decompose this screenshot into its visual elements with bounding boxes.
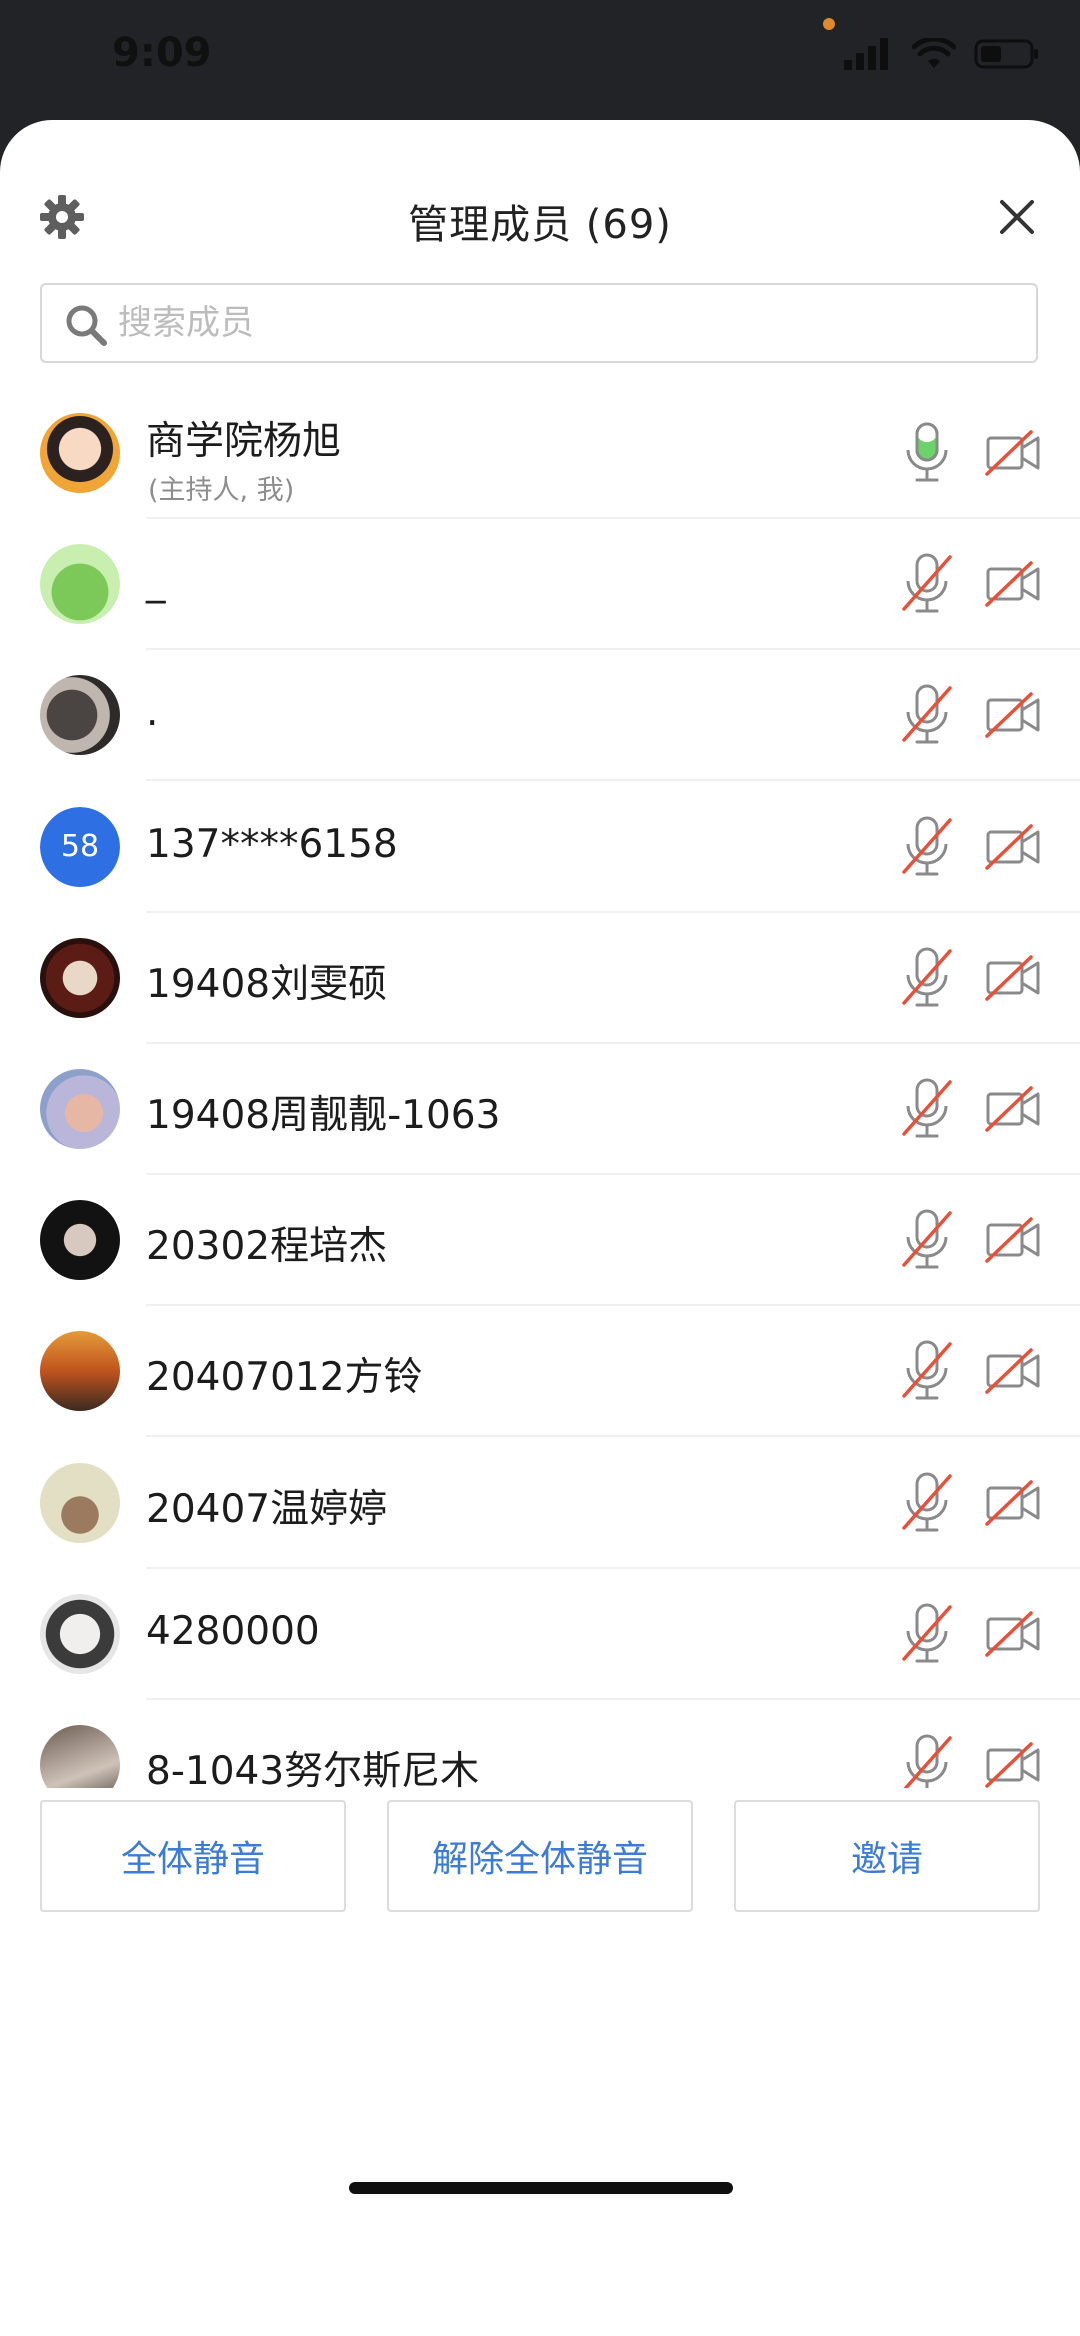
camera-off-icon[interactable] [985, 818, 1041, 876]
footer-actions: 全体静音 解除全体静音 邀请 [0, 1800, 1080, 1960]
home-indicator [349, 2182, 733, 2194]
member-row[interactable]: 20302程培杰 [0, 1175, 1080, 1307]
page-title: 管理成员 (69) [408, 202, 672, 248]
signal-icon [844, 38, 888, 70]
search-icon [66, 305, 107, 346]
search-input[interactable] [118, 285, 1018, 361]
avatar [40, 413, 120, 493]
status-bar: 9:09 [0, 0, 1080, 120]
member-row[interactable]: 19408刘雯硕 [0, 913, 1080, 1044]
camera-off-icon[interactable] [985, 1211, 1041, 1269]
member-name: 20302程培杰 [146, 1224, 388, 1270]
avatar [40, 937, 120, 1018]
avatar [40, 1725, 120, 1788]
microphone-muted-icon[interactable] [898, 1207, 956, 1273]
member-row[interactable]: 8-1043努尔斯尼木 [0, 1700, 1080, 1788]
battery-icon [974, 39, 1038, 69]
avatar [40, 1069, 120, 1149]
wifi-icon [912, 38, 956, 68]
member-row[interactable]: _ [0, 519, 1080, 651]
member-row[interactable]: 20407温婷婷 [0, 1438, 1080, 1569]
avatar [40, 675, 120, 756]
mute-all-button[interactable]: 全体静音 [40, 1800, 346, 1912]
member-row[interactable]: 4280000 [0, 1569, 1080, 1700]
member-name: 19408刘雯硕 [146, 961, 388, 1007]
camera-off-icon[interactable] [985, 555, 1041, 613]
camera-off-icon[interactable] [985, 1605, 1041, 1663]
microphone-muted-icon[interactable] [898, 1338, 956, 1404]
search-box[interactable] [40, 283, 1038, 363]
invite-button[interactable]: 邀请 [734, 1800, 1040, 1912]
member-name: _ [146, 559, 166, 605]
microphone-muted-icon[interactable] [898, 682, 956, 748]
microphone-muted-icon[interactable] [898, 814, 956, 880]
camera-off-icon[interactable] [985, 1080, 1041, 1138]
microphone-muted-icon[interactable] [898, 1470, 956, 1536]
camera-off-icon[interactable] [985, 949, 1041, 1007]
member-name: 20407012方铃 [146, 1355, 423, 1401]
member-name: 137****6158 [146, 821, 398, 867]
member-name: 20407温婷婷 [146, 1486, 388, 1532]
microphone-muted-icon[interactable] [898, 1601, 956, 1667]
privacy-indicator-dot [823, 18, 835, 30]
status-time: 9:09 [112, 30, 212, 76]
camera-off-icon[interactable] [985, 1474, 1041, 1532]
microphone-muted-icon[interactable] [898, 551, 956, 617]
avatar [40, 544, 120, 625]
member-row[interactable]: 19408周靓靓-1063 [0, 1044, 1080, 1175]
microphone-muted-icon[interactable] [898, 945, 956, 1011]
close-button[interactable] [992, 192, 1042, 242]
close-icon [1000, 200, 1034, 234]
member-name: 商学院杨旭 [146, 419, 342, 464]
microphone-muted-icon[interactable] [898, 1732, 956, 1788]
member-name: 19408周靓靓-1063 [146, 1093, 501, 1138]
avatar [40, 1200, 120, 1281]
avatar-initials: 58 [40, 806, 120, 887]
status-icons [844, 38, 1040, 70]
member-row[interactable]: 20407012方铃 [0, 1306, 1080, 1438]
member-row[interactable]: 58 137****6158 [0, 782, 1080, 913]
avatar: 58 [40, 806, 120, 887]
camera-off-icon[interactable] [985, 1736, 1041, 1788]
microphone-active-icon[interactable] [898, 420, 956, 486]
avatar [40, 1462, 120, 1543]
member-name: 4280000 [146, 1608, 320, 1654]
camera-off-icon[interactable] [985, 1342, 1041, 1400]
unmute-all-button[interactable]: 解除全体静音 [387, 1800, 693, 1912]
member-list[interactable]: 商学院杨旭 (主持人, 我) _ . 58 137****6158 19408刘雯硕… [0, 388, 1080, 1788]
camera-off-icon[interactable] [985, 686, 1041, 744]
sheet-header: 管理成员 (69) [0, 120, 1080, 310]
member-name: . [146, 690, 159, 736]
member-name: 8-1043努尔斯尼木 [146, 1749, 480, 1788]
camera-off-icon[interactable] [985, 424, 1041, 482]
avatar [40, 1593, 120, 1674]
member-row[interactable]: 商学院杨旭 (主持人, 我) [0, 388, 1080, 519]
microphone-muted-icon[interactable] [898, 1076, 956, 1142]
member-role: (主持人, 我) [148, 475, 295, 506]
avatar [40, 1331, 120, 1412]
member-row[interactable]: . [0, 650, 1080, 782]
manage-members-sheet: 管理成员 (69) 商学院杨旭 (主持人, 我) _ . 58 137****615… [0, 120, 1080, 2336]
